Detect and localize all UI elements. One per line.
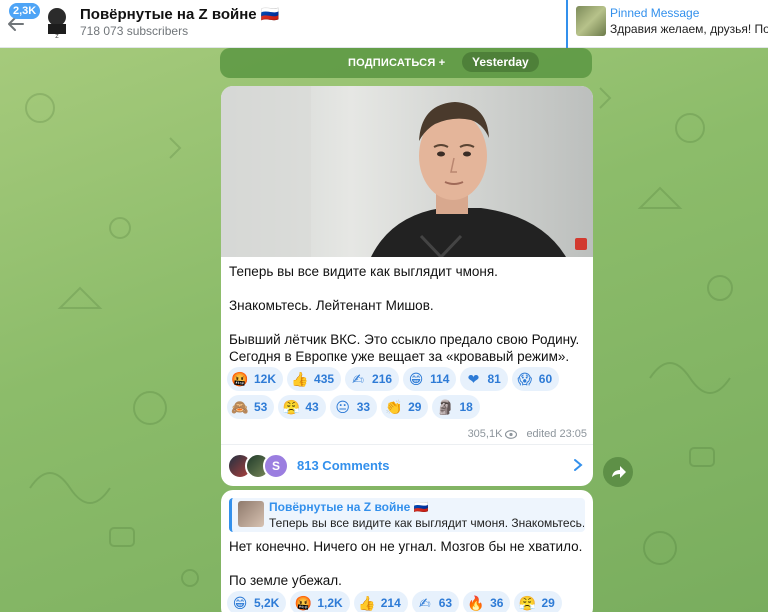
commenter-avatar: S [263,453,289,479]
reaction-chip[interactable]: 🙈 53 [227,395,275,419]
share-button[interactable] [603,457,633,487]
quote-text: Теперь вы все видите как выглядит чмоня.… [269,516,584,530]
unread-badge: 2,3K [9,3,41,19]
reaction-chip[interactable]: 🤬 12K [227,367,284,391]
pinned-message[interactable]: Pinned Message Здравия желаем, друзья! П… [566,0,768,48]
channel-avatar[interactable]: Z [42,4,72,40]
reaction-emoji-icon: 😁 [232,595,248,611]
reactions-row-2: 🙈 53 😤 43 😐 33 👏 29 🗿 18 [227,395,589,419]
reaction-count: 18 [459,400,473,414]
eye-icon [505,429,518,439]
reaction-emoji-icon: 🔥 [467,595,485,611]
reaction-emoji-icon: 👍 [291,371,309,387]
quote-title: Повёрнутые на Z войне 🇷🇺 [269,500,429,514]
reaction-chip[interactable]: 😤 29 [514,591,562,612]
reaction-count: 33 [356,400,371,414]
reaction-chip[interactable]: 🗿 18 [432,395,480,419]
edited-time: edited 23:05 [526,428,587,440]
reaction-count: 60 [538,372,553,386]
reaction-emoji-icon: 👏 [385,399,403,415]
reaction-chip[interactable]: 👍 435 [287,367,342,391]
reaction-emoji-icon: 😁 [408,371,424,387]
reaction-count: 43 [305,400,319,414]
post-meta: 305,1K edited 23:05 [468,428,587,440]
reaction-chip[interactable]: 😁 114 [403,367,457,391]
channel-post-2: Повёрнутые на Z войне 🇷🇺 Теперь вы все в… [221,490,593,612]
reaction-emoji-icon: 🙈 [231,399,249,415]
reaction-count: 53 [254,400,268,414]
reaction-count: 216 [372,372,393,386]
channel-logo-icon: Z [48,8,66,40]
reaction-count: 63 [438,596,453,610]
reaction-emoji-icon: 🗿 [436,399,455,415]
reaction-chip[interactable]: 😱 60 [511,367,560,391]
pinned-message-text: Здравия желаем, друзья! По... [610,22,768,36]
chat-header: 2,3K Z Повёрнутые на Z войне 🇷🇺 718 073 … [0,0,768,48]
post-line-4: Сегодня в Европке уже вещает за «кровавы… [229,349,570,364]
chevron-right-icon [574,459,583,471]
comments-label: 813 Comments [297,458,390,473]
reaction-emoji-icon: 😤 [518,595,537,611]
reaction-emoji-icon: 😱 [517,371,533,387]
post-photo[interactable] [221,86,593,257]
reaction-emoji-icon: 🤬 [231,371,249,387]
reaction-chip[interactable]: 😐 33 [329,395,378,419]
reaction-chip[interactable]: 😁 5,2K [227,591,287,612]
video-source-logo-icon [575,238,587,250]
reaction-count: 1,2K [317,596,343,610]
subscriber-count: 718 073 subscribers [80,24,189,38]
channel-post: Теперь вы все видите как выглядит чмоня.… [221,86,593,486]
reaction-count: 214 [380,596,401,610]
reaction-count: 114 [430,372,450,386]
reactions: 🤬 12K 👍 435 ✍ 216 😁 114 ❤ 81 😱 60 🙈 53 😤 43 😐 33 👏 29 🗿 18 [227,367,589,423]
reaction-chip[interactable]: 🔥 36 [463,591,511,612]
post-line-1: Теперь вы все видите как выглядит чмоня. [229,264,498,279]
post-2-reactions: 😁 5,2K 🤬 1,2K 👍 214 ✍ 63 🔥 36 😤 29 [227,591,562,612]
reaction-count: 29 [408,400,422,414]
date-separator: Yesterday [462,52,539,72]
view-count: 305,1K [467,428,503,440]
reaction-chip[interactable]: 😤 43 [278,395,326,419]
share-arrow-icon [612,466,626,478]
reaction-count: 435 [314,372,335,386]
reactions-row-1: 🤬 12K 👍 435 ✍ 216 😁 114 ❤ 81 😱 60 [227,367,589,391]
post-line-2: Знакомьтесь. Лейтенант Мишов. [229,298,434,313]
post-text: Теперь вы все видите как выглядит чмоня.… [229,263,587,365]
reaction-emoji-icon: ✍ [352,371,364,387]
reaction-chip[interactable]: ❤ 81 [460,367,508,391]
reaction-emoji-icon: 😐 [335,399,351,415]
subscribe-label: ПОДПИСАТЬСЯ + [348,57,446,69]
reaction-chip[interactable]: ✍ 63 [411,591,460,612]
post-line-3: Бывший лётчик ВКС. Это ссыкло предало св… [229,332,580,347]
post-2-line-2: По земле убежал. [229,573,342,588]
post-2-text: Нет конечно. Ничего он не угнал. Мозгов … [229,538,587,589]
pinned-message-label: Pinned Message [610,6,700,20]
reaction-emoji-icon: ✍ [418,595,431,611]
post-2-line-1: Нет конечно. Ничего он не угнал. Мозгов … [229,539,583,554]
reaction-chip[interactable]: 👏 29 [381,395,429,419]
reply-quote[interactable]: Повёрнутые на Z войне 🇷🇺 Теперь вы все в… [229,498,585,532]
reaction-emoji-icon: ❤ [467,371,480,387]
reaction-count: 36 [490,596,504,610]
quote-thumbnail [238,501,264,527]
channel-title[interactable]: Повёрнутые на Z войне 🇷🇺 [80,5,279,23]
reaction-emoji-icon: 🤬 [294,595,313,611]
reaction-chip[interactable]: 👍 214 [353,591,408,612]
reaction-count: 81 [487,372,501,386]
reaction-emoji-icon: 😤 [282,399,301,415]
svg-text:Z: Z [55,34,59,40]
reaction-emoji-icon: 👍 [358,595,376,611]
reaction-count: 5,2K [254,596,280,610]
comments-button[interactable]: S 813 Comments [221,444,593,486]
pinned-thumbnail [576,6,606,36]
reaction-chip[interactable]: 🤬 1,2K [290,591,350,612]
reaction-count: 29 [541,596,555,610]
reaction-chip[interactable]: ✍ 216 [345,367,400,391]
reaction-count: 12K [254,372,277,386]
